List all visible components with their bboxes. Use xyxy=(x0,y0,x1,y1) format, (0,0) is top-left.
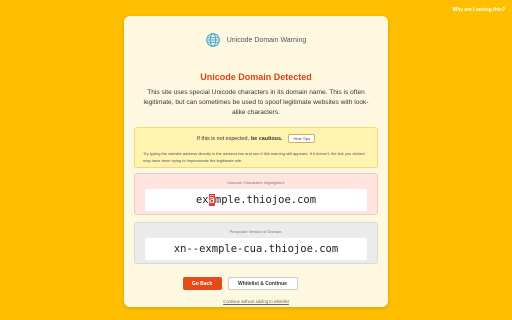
header: Unicode Domain Warning xyxy=(124,33,388,47)
punycode-domain-display: xn--exmple-cua.thiojoe.com xyxy=(145,238,367,260)
tips-emphasis: be cautious. xyxy=(251,135,283,142)
unicode-domain-display: ex ä mple.thiojoe.com xyxy=(145,189,367,211)
go-back-button[interactable]: Go Back xyxy=(182,277,222,290)
why-am-i-seeing-this-link[interactable]: Why am I seeing this? xyxy=(452,7,505,13)
whitelist-continue-button[interactable]: Whitelist & Continue xyxy=(227,277,298,290)
action-buttons: Go Back Whitelist & Continue xyxy=(124,277,388,290)
tips-prefix: If this is not expected, xyxy=(196,135,249,142)
domain-part-after: mple.thiojoe.com xyxy=(214,194,317,206)
punycode-label: Punycode Version of Domain: xyxy=(229,229,283,234)
hide-tips-button[interactable]: Hide Tips xyxy=(288,134,316,143)
continue-without-whitelist-link[interactable]: Continue without adding to whitelist xyxy=(124,299,388,304)
tips-text: Try typing the website address directly … xyxy=(143,151,365,163)
header-title: Unicode Domain Warning xyxy=(226,36,307,44)
unicode-label: Unicode Characters Highlighted: xyxy=(227,180,285,185)
punycode-section: Punycode Version of Domain: xn--exmple-c… xyxy=(134,222,378,264)
domain-part-before: ex xyxy=(195,194,209,206)
tips-box: If this is not expected, be cautious. Hi… xyxy=(134,127,378,168)
warning-card: Unicode Domain Warning Unicode Domain De… xyxy=(124,16,388,307)
globe-icon xyxy=(205,33,220,47)
unicode-section: Unicode Characters Highlighted: ex ä mple.… xyxy=(134,173,378,215)
tips-header: If this is not expected, be cautious. Hi… xyxy=(135,134,377,143)
description: This site uses special Unicode character… xyxy=(143,89,369,116)
page-title: Unicode Domain Detected xyxy=(200,72,312,82)
